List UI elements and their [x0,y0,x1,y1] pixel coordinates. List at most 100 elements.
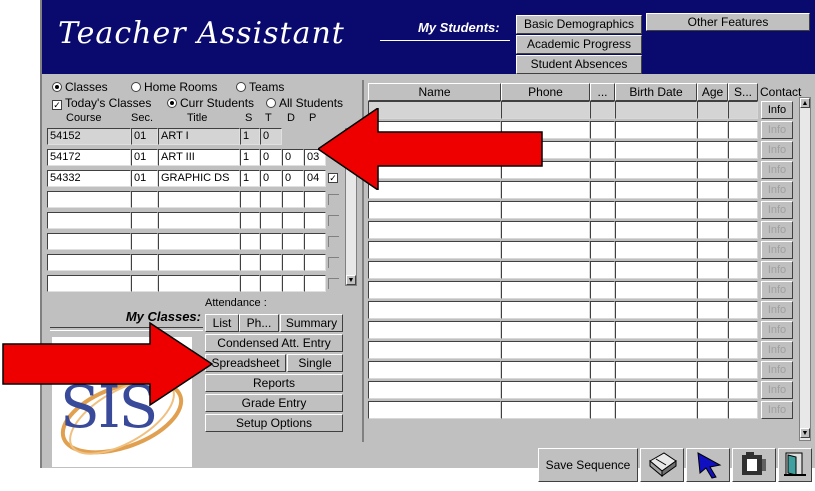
teams-radio[interactable]: Teams [236,80,284,94]
student-grid-cell[interactable] [615,221,697,239]
table-cell-empty[interactable] [240,233,260,250]
student-grid-cell[interactable] [697,381,728,399]
student-grid-cell[interactable] [728,181,758,199]
student-grid-cell[interactable] [368,221,501,239]
student-grid-cell[interactable] [590,321,615,339]
info-button[interactable]: Info [761,261,793,279]
student-grid-cell[interactable] [368,261,501,279]
student-grid-cell[interactable] [728,201,758,219]
table-cell-d[interactable]: 0 [282,170,304,187]
student-grid-cell[interactable] [728,101,758,119]
table-cell-empty[interactable] [240,212,260,229]
student-grid-cell[interactable] [501,361,590,379]
student-grid-cell[interactable] [368,201,501,219]
phone-column-header[interactable]: Phone [501,83,590,101]
student-grid-cell[interactable] [728,301,758,319]
home-rooms-radio[interactable]: Home Rooms [131,80,217,94]
info-button[interactable]: Info [761,381,793,399]
student-absences-button[interactable]: Student Absences [516,55,642,74]
info-button[interactable]: Info [761,141,793,159]
info-button[interactable]: Info [761,221,793,239]
table-cell-empty[interactable] [304,254,326,271]
row-checkbox[interactable] [328,278,339,289]
student-grid-cell[interactable] [368,241,501,259]
scroll-down-icon[interactable]: ▼ [800,428,810,438]
table-cell-empty[interactable] [131,212,158,229]
student-grid-cell[interactable] [697,201,728,219]
table-cell-title[interactable]: ART I [158,128,240,145]
info-button[interactable]: Info [761,161,793,179]
table-cell-empty[interactable] [240,254,260,271]
student-grid-cell[interactable] [697,181,728,199]
save-sequence-button[interactable]: Save Sequence [538,448,638,482]
s-column-header[interactable]: S... [728,83,758,101]
student-grid-cell[interactable] [697,101,728,119]
student-grid-cell[interactable] [590,101,615,119]
table-cell-empty[interactable] [304,275,326,292]
exit-button[interactable] [778,448,812,482]
spreadsheet-button[interactable]: Spreadsheet [205,354,286,372]
student-grid-cell[interactable] [615,261,697,279]
table-cell-empty[interactable] [131,191,158,208]
student-grid-cell[interactable] [615,321,697,339]
name-column-header[interactable]: Name [368,83,501,101]
table-cell-sec[interactable]: 01 [131,170,158,187]
student-grid-cell[interactable] [615,281,697,299]
table-cell-empty[interactable] [47,212,131,229]
student-grid-cell[interactable] [501,301,590,319]
single-button[interactable]: Single [287,354,343,372]
table-cell-empty[interactable] [260,191,282,208]
table-cell-empty[interactable] [158,191,240,208]
basic-demographics-button[interactable]: Basic Demographics [516,15,642,34]
student-grid-cell[interactable] [697,301,728,319]
table-cell-sec[interactable]: 01 [131,128,158,145]
birth-date-column-header[interactable]: Birth Date [615,83,697,101]
student-grid-cell[interactable] [501,241,590,259]
table-cell-empty[interactable] [260,254,282,271]
table-cell-empty[interactable] [158,212,240,229]
student-grid-cell[interactable] [728,261,758,279]
reports-button[interactable]: Reports [205,374,343,392]
student-grid-cell[interactable] [590,341,615,359]
student-grid-cell[interactable] [368,361,501,379]
student-grid-cell[interactable] [728,241,758,259]
table-cell-empty[interactable] [282,233,304,250]
table-cell-s[interactable]: 1 [240,149,260,166]
student-grid-cell[interactable] [697,241,728,259]
student-grid-cell[interactable] [501,401,590,419]
student-grid-cell[interactable] [615,141,697,159]
table-cell-empty[interactable] [240,275,260,292]
student-grid-cell[interactable] [501,261,590,279]
student-grid-cell[interactable] [697,121,728,139]
table-cell-t[interactable]: 0 [260,149,282,166]
row-checkbox[interactable] [328,257,339,268]
info-button[interactable]: Info [761,281,793,299]
student-grid-cell[interactable] [728,341,758,359]
student-grid-cell[interactable] [501,381,590,399]
cursor-button[interactable] [686,448,730,482]
student-grid-cell[interactable] [697,321,728,339]
table-cell-empty[interactable] [260,212,282,229]
student-grid-cell[interactable] [615,381,697,399]
table-cell-empty[interactable] [131,254,158,271]
table-cell-empty[interactable] [47,233,131,250]
student-grid-cell[interactable] [615,101,697,119]
ph-button[interactable]: Ph... [239,314,279,332]
info-button[interactable]: Info [761,341,793,359]
info-button[interactable]: Info [761,181,793,199]
table-cell-empty[interactable] [304,212,326,229]
student-grid-cell[interactable] [590,281,615,299]
student-grid-cell[interactable] [368,341,501,359]
info-button[interactable]: Info [761,101,793,119]
extra-column-header[interactable]: ... [590,83,615,101]
table-cell-s[interactable]: 1 [240,170,260,187]
student-grid-cell[interactable] [590,261,615,279]
curr-students-radio[interactable]: Curr Students [167,96,254,110]
student-grid-cell[interactable] [728,321,758,339]
student-grid-cell[interactable] [615,341,697,359]
film-button[interactable] [732,448,776,482]
student-grid-cell[interactable] [697,221,728,239]
student-grid-cell[interactable] [590,221,615,239]
table-cell-course[interactable]: 54332 [47,170,131,187]
table-cell-title[interactable]: ART III [158,149,240,166]
